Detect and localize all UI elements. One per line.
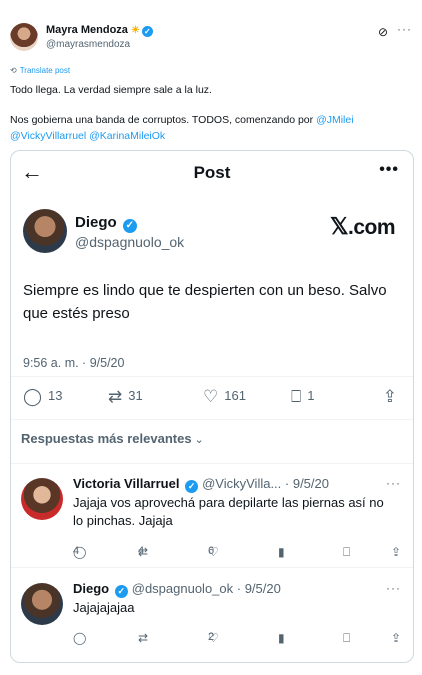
bookmark-count: 1: [307, 388, 315, 403]
page-title: Post: [193, 163, 231, 182]
divider: [11, 419, 413, 420]
verified-icon: ✓: [114, 585, 128, 598]
author-name[interactable]: Mayra Mendoza: [46, 24, 128, 36]
reply-action-bar: ◯ ⇄ ♡ 2 ▮ ⎕ ⇪: [73, 631, 403, 647]
outer-text-line2: Nos gobierna una banda de corruptos. TOD…: [10, 112, 414, 144]
repost-icon: ⇄: [108, 387, 123, 406]
views-icon: ▮: [278, 631, 285, 645]
outer-post-header: Mayra Mendoza ☀ ✓ @mayrasmendoza ⊘ ···: [10, 20, 414, 56]
reply-text: Jajajajajaa: [73, 600, 135, 615]
outer-text-line1: Todo llega. La verdad siempre sale a la …: [10, 84, 212, 96]
share-button[interactable]: ⇪: [383, 387, 403, 407]
more-icon[interactable]: ···: [386, 476, 401, 490]
verified-icon: ✓: [122, 219, 137, 233]
reply-button[interactable]: ◯ 13: [23, 387, 63, 407]
main-author-name-row: Diego ✓: [75, 214, 137, 233]
chevron-down-icon: ⌄: [194, 434, 204, 446]
more-icon[interactable]: ···: [386, 581, 401, 595]
translate-label: Translate post: [19, 66, 71, 75]
like-button[interactable]: ♡ 161: [203, 387, 246, 407]
mention-link[interactable]: @KarinaMileiOk: [89, 130, 165, 142]
main-post-timestamp[interactable]: 9:56 a. m. · 9/5/20: [23, 356, 124, 370]
reply-count: 4: [73, 545, 80, 557]
reply-text: Jajaja vos aprovechá para depilarte las …: [73, 495, 384, 528]
main-action-bar: ◯ 13 ⇄ 31 ♡ 161 ⎕ 1 ⇪: [23, 387, 403, 409]
mention-link[interactable]: @JMilei: [316, 114, 354, 126]
share-icon: ⇪: [391, 631, 402, 645]
replies-sort-label: Respuestas más relevantes: [21, 431, 192, 446]
more-icon[interactable]: •••: [379, 161, 399, 179]
xcom-logo: 𝕏.com: [329, 213, 396, 239]
like-count: 6: [208, 545, 215, 557]
divider: [11, 463, 413, 464]
author-name-row: Mayra Mendoza ☀ ✓: [46, 24, 153, 37]
views-icon: ▮: [278, 545, 285, 559]
reply-item[interactable]: Victoria Villarruel ✓ @VickyVilla... · 9/…: [11, 466, 413, 562]
like-icon: ♡: [203, 387, 219, 406]
avatar[interactable]: [23, 209, 67, 253]
grok-icon[interactable]: ⊘: [378, 25, 388, 39]
reply-header: Victoria Villarruel ✓ @VickyVilla... · 9/…: [73, 476, 329, 493]
like-count: 2: [208, 631, 215, 643]
repost-icon: ⇄: [138, 631, 149, 645]
reply-item[interactable]: Diego ✓ @dspagnuolo_ok · 9/5/20 ··· Jajaj…: [11, 571, 413, 661]
verified-icon: ✓: [141, 26, 153, 37]
more-icon[interactable]: ···: [397, 22, 412, 36]
avatar[interactable]: [21, 583, 63, 625]
main-post-text: Siempre es lindo que te despierten con u…: [23, 282, 387, 322]
bookmark-button[interactable]: ⎕ 1: [291, 387, 314, 407]
reply-icon: ◯: [23, 387, 43, 406]
author-handle[interactable]: @mayrasmendoza: [46, 39, 130, 50]
replies-sort-dropdown[interactable]: Respuestas más relevantes ⌄: [21, 431, 204, 446]
repost-button[interactable]: ⇄ 31: [108, 387, 143, 407]
x-logo-icon: 𝕏: [329, 213, 349, 239]
reply-count: 13: [48, 388, 63, 403]
divider: [11, 567, 413, 568]
translate-post-link[interactable]: ⟲ Translate post: [10, 66, 70, 75]
divider: [11, 376, 413, 377]
embedded-screenshot-card: ← Post ••• Diego ✓ @dspagnuolo_ok 𝕏.com …: [10, 150, 414, 663]
share-icon: ⇪: [391, 545, 402, 559]
avatar[interactable]: [21, 478, 63, 520]
like-count: 161: [224, 388, 246, 403]
reply-author-name[interactable]: Diego: [73, 581, 109, 596]
reply-header: Diego ✓ @dspagnuolo_ok · 9/5/20: [73, 581, 281, 598]
reply-icon: ◯: [73, 631, 87, 645]
sun-badge-icon: ☀: [130, 25, 140, 36]
bookmark-icon: ⎕: [343, 545, 351, 559]
avatar[interactable]: [10, 23, 38, 51]
repost-count: 31: [128, 388, 143, 403]
repost-count: 4: [138, 545, 145, 557]
reply-author-name[interactable]: Victoria Villarruel: [73, 476, 179, 491]
reply-author-handle[interactable]: @dspagnuolo_ok · 9/5/20: [132, 581, 281, 596]
outer-post-text: Todo llega. La verdad siempre sale a la …: [10, 82, 414, 144]
bookmark-icon: ⎕: [291, 387, 302, 406]
verified-icon: ✓: [185, 480, 199, 493]
card-top-bar: ← Post •••: [11, 151, 413, 196]
reply-author-handle[interactable]: @VickyVilla... · 9/5/20: [202, 476, 329, 491]
reply-action-bar: ◯ 4 ⇄ 4 ♡ 6 ▮ ⎕ ⇪: [73, 545, 403, 561]
xcom-label: com: [353, 216, 395, 239]
bookmark-icon: ⎕: [343, 631, 351, 645]
outer-text-prefix: Nos gobierna una banda de corruptos. TOD…: [10, 114, 317, 126]
main-author-name[interactable]: Diego: [75, 214, 117, 231]
main-author-handle[interactable]: @dspagnuolo_ok: [75, 234, 184, 250]
share-icon: ⇪: [382, 387, 397, 406]
translate-icon: ⟲: [10, 66, 17, 75]
mention-link[interactable]: @VickyVillarruel: [10, 130, 86, 142]
